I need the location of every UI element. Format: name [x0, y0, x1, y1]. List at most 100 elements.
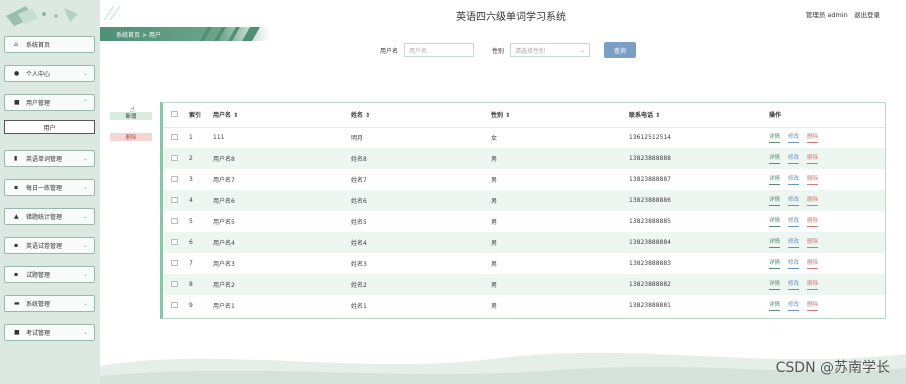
- row-checkbox[interactable]: [163, 169, 189, 190]
- row-gender: 男: [491, 190, 629, 211]
- sidebar-item-wrong-stats[interactable]: ▲ 错题统计管理 ⌄: [4, 208, 95, 225]
- sidebar-subitem-user[interactable]: 用户: [4, 120, 95, 134]
- row-username: 用户名4: [213, 232, 351, 253]
- grid-icon: ▪: [14, 184, 19, 191]
- detail-button[interactable]: 详情: [769, 132, 781, 144]
- row-actions: 详情 修改 删除: [769, 232, 885, 253]
- row-username: 111: [213, 134, 225, 142]
- row-delete-button[interactable]: 删除: [807, 216, 819, 227]
- sidebar-item-daily[interactable]: ▪ 每日一练管理 ⌄: [4, 179, 95, 196]
- folder-icon: ■: [14, 99, 20, 106]
- sidebar-item-words[interactable]: ▮ 英语单词管理 ⌄: [4, 150, 95, 167]
- row-delete-button[interactable]: 删除: [807, 195, 819, 206]
- select-all-checkbox[interactable]: [163, 103, 189, 128]
- row-gender: 男: [491, 303, 498, 310]
- page-title: 英语四六级单词学习系统: [456, 12, 566, 23]
- edit-button[interactable]: 修改: [788, 216, 800, 227]
- detail-button[interactable]: 详情: [769, 279, 781, 290]
- row-gender: 女: [491, 135, 498, 143]
- row-checkbox[interactable]: [163, 295, 189, 316]
- row-index: 3: [189, 176, 193, 183]
- username-label: 用户名: [380, 47, 399, 55]
- sidebar-item-papers[interactable]: ▪ 英语试卷管理 ⌄: [4, 237, 95, 254]
- sidebar-item-system[interactable]: ▬ 系统管理 ⌄: [4, 295, 95, 312]
- admin-role: 管理员 admin: [805, 11, 848, 19]
- col-header-username[interactable]: 用户名 ⇕: [213, 103, 351, 128]
- logout-link[interactable]: 退出登录: [854, 11, 880, 19]
- col-header-gender[interactable]: 性别 ⇕: [491, 103, 629, 128]
- row-gender: 男: [491, 232, 629, 253]
- row-username: 用户名7: [213, 177, 235, 184]
- table-row: 3 用户名7 姓名7 男 13823888887 详情 修改 删除: [163, 169, 885, 190]
- search-button[interactable]: 查询: [604, 42, 637, 58]
- row-delete-button[interactable]: 删除: [807, 258, 819, 269]
- sidebar-item-label: 考试管理: [26, 330, 51, 337]
- edit-button[interactable]: 修改: [788, 279, 800, 290]
- row-checkbox[interactable]: [163, 253, 189, 274]
- detail-button[interactable]: 详情: [769, 174, 781, 185]
- row-phone: 13823888882: [629, 274, 769, 295]
- person-icon: ●: [14, 70, 20, 77]
- sidebar-item-label: 系统管理: [26, 301, 51, 308]
- edit-button[interactable]: 修改: [788, 195, 800, 206]
- row-checkbox[interactable]: [163, 148, 189, 169]
- row-gender: 男: [491, 219, 498, 226]
- col-header-index: 索引: [189, 103, 213, 128]
- edit-button[interactable]: 修改: [788, 153, 800, 164]
- sidebar-item-home[interactable]: ⌂ 系统首页: [4, 36, 95, 53]
- row-checkbox[interactable]: [163, 232, 189, 253]
- chevron-down-icon: ⌄: [580, 47, 586, 54]
- row-gender: 男: [491, 274, 629, 295]
- row-name: 姓名1: [351, 303, 367, 310]
- sidebar-item-label: 英语试卷管理: [26, 243, 63, 250]
- row-username: 用户名5: [213, 219, 235, 226]
- username-input[interactable]: 用户名: [404, 43, 475, 57]
- sidebar-item-personal[interactable]: ● 个人中心 ⌄: [4, 65, 95, 82]
- col-header-phone[interactable]: 联系电话 ⇕: [629, 103, 769, 128]
- row-delete-button[interactable]: 删除: [807, 153, 819, 164]
- edit-button[interactable]: 修改: [788, 174, 800, 185]
- delete-button[interactable]: 删除: [110, 133, 152, 141]
- detail-button[interactable]: 详情: [769, 237, 781, 248]
- sidebar-item-exams[interactable]: ■ 考试管理 ⌄: [4, 324, 95, 341]
- col-header-name[interactable]: 姓名 ⇕: [351, 103, 491, 128]
- row-username: 用户名6: [213, 190, 351, 211]
- row-checkbox[interactable]: [163, 190, 189, 211]
- detail-button[interactable]: 详情: [769, 153, 781, 164]
- row-phone: 13823888883: [629, 260, 671, 267]
- gender-label: 性别: [492, 47, 505, 55]
- detail-button[interactable]: 详情: [769, 195, 781, 206]
- row-delete-button[interactable]: 删除: [807, 279, 819, 290]
- detail-button[interactable]: 详情: [769, 300, 781, 311]
- sidebar-item-questions[interactable]: ▪ 试题管理 ⌄: [4, 266, 95, 283]
- admin-info: 管理员 admin 退出登录: [806, 9, 880, 19]
- sidebar-item-user-management[interactable]: ■ 用户管理 ⌃: [4, 94, 95, 111]
- edit-button[interactable]: 修改: [788, 258, 800, 269]
- row-checkbox[interactable]: [163, 127, 189, 148]
- edit-button[interactable]: 修改: [788, 237, 800, 248]
- table-body: 1 111 明月女 13612512514 详情 修改 删除 2 用户名8 姓名8 男 1382388…: [163, 127, 885, 316]
- edit-button[interactable]: 修改: [788, 300, 800, 311]
- sidebar-item-label: 用户管理: [26, 100, 51, 107]
- row-phone: 13823888881: [629, 302, 671, 309]
- chevron-down-icon: ⌄: [82, 271, 88, 278]
- chevron-down-icon: ⌄: [82, 213, 88, 220]
- row-username: 用户名1: [213, 303, 235, 310]
- row-name: 姓名2: [351, 274, 491, 295]
- row-actions: 详情 修改 删除: [769, 169, 885, 190]
- row-delete-button[interactable]: 删除: [807, 237, 819, 248]
- detail-button[interactable]: 详情: [769, 216, 781, 227]
- row-checkbox[interactable]: [163, 274, 189, 295]
- gender-select[interactable]: 请选择性别 ⌄: [510, 43, 591, 57]
- row-phone: 13823888884: [629, 232, 769, 253]
- row-delete-button[interactable]: 删除: [807, 132, 819, 144]
- username-placeholder: 用户名: [409, 47, 428, 55]
- row-checkbox[interactable]: [163, 211, 189, 232]
- message-icon: ▬: [14, 300, 20, 307]
- sidebar-item-label: 英语单词管理: [26, 156, 63, 163]
- row-delete-button[interactable]: 删除: [807, 300, 819, 311]
- row-delete-button[interactable]: 删除: [807, 174, 819, 185]
- hand-cursor-icon: ☝: [130, 105, 135, 114]
- edit-button[interactable]: 修改: [788, 132, 800, 144]
- detail-button[interactable]: 详情: [769, 258, 781, 269]
